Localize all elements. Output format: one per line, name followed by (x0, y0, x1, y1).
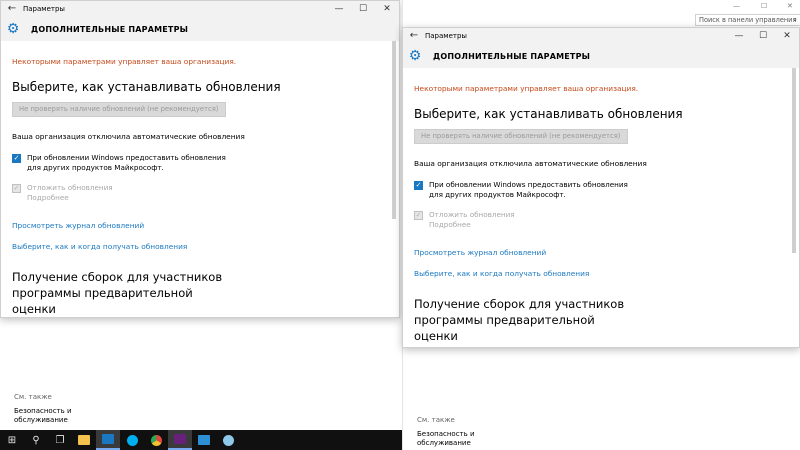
window-title: Параметры (23, 5, 65, 13)
tool-app-icon[interactable] (216, 430, 240, 450)
minimize-icon[interactable]: — (727, 28, 751, 44)
minimize-icon[interactable]: — (327, 1, 351, 17)
update-mode-dropdown[interactable]: Не проверять наличие обновлений (не реко… (12, 102, 226, 117)
update-history-link[interactable]: Просмотреть журнал обновлений (12, 221, 387, 230)
search-placeholder: Поиск в панели управления (699, 16, 797, 24)
checkbox-checked-icon[interactable]: ✓ (414, 181, 423, 190)
left-monitor: См. также Безопасность и обслуживание ← … (0, 0, 402, 450)
visual-studio-glyph (174, 434, 186, 444)
defer-updates-label: Отложить обновления Подробнее (429, 210, 515, 230)
page-header: ⚙ ДОПОЛНИТЕЛЬНЫЕ ПАРАМЕТРЫ (403, 44, 799, 68)
bg-close-icon[interactable]: ✕ (787, 2, 793, 10)
checkbox-disabled-icon: ✓ (414, 211, 423, 220)
see-also-title: См. также (417, 416, 455, 424)
close-icon[interactable]: ✕ (775, 28, 799, 44)
delivery-options-link[interactable]: Выберите, как и когда получать обновлени… (12, 242, 387, 251)
insider-heading: Получение сборок для участников программ… (12, 270, 223, 316)
skype-glyph (126, 434, 138, 446)
start-icon[interactable]: ⊞ (0, 430, 24, 450)
see-also-section: См. также Безопасность и обслуживание (14, 393, 72, 425)
settings-app-icon[interactable] (96, 430, 120, 450)
back-arrow-icon[interactable]: ← (403, 28, 425, 44)
file-explorer-icon[interactable] (72, 430, 96, 450)
choose-heading: Выберите, как устанавливать обновления (12, 80, 281, 94)
page-title: ДОПОЛНИТЕЛЬНЫЕ ПАРАМЕТРЫ (433, 51, 591, 61)
bg-maximize-icon[interactable]: ☐ (761, 2, 767, 10)
settings-content: Некоторыми параметрами управляет ваша ор… (1, 57, 399, 317)
task-view-icon[interactable]: ❐ (48, 430, 72, 450)
defer-updates-option: ✓ Отложить обновления Подробнее (414, 210, 787, 230)
gear-icon: ⚙ (408, 48, 422, 64)
see-also-section-right: См. также Безопасность и обслуживание (417, 416, 475, 448)
defer-label-text: Отложить обновления (27, 183, 113, 192)
see-also-link-line2[interactable]: обслуживание (14, 416, 72, 425)
taskbar: ⊞ ⚲ ❐ (0, 430, 402, 450)
tool-app-glyph (222, 434, 234, 446)
checkbox-checked-icon[interactable]: ✓ (12, 154, 21, 163)
mail-icon[interactable] (192, 430, 216, 450)
choose-heading: Выберите, как устанавливать обновления (414, 107, 683, 121)
org-warning: Некоторыми параметрами управляет ваша ор… (414, 84, 639, 93)
defer-more-text: Подробнее (429, 220, 471, 229)
page-title: ДОПОЛНИТЕЛЬНЫЕ ПАРАМЕТРЫ (31, 24, 189, 34)
org-warning: Некоторыми параметрами управляет ваша ор… (12, 57, 237, 66)
mail-glyph (198, 435, 210, 445)
settings-content: Некоторыми параметрами управляет ваша ор… (403, 84, 799, 344)
other-products-label: При обновлении Windows предоставить обно… (429, 180, 628, 199)
update-mode-dropdown[interactable]: Не проверять наличие обновлений (не реко… (414, 129, 628, 144)
checkbox-disabled-icon: ✓ (12, 184, 21, 193)
scrollbar[interactable] (792, 68, 796, 253)
visual-studio-icon[interactable] (168, 430, 192, 450)
window-title: Параметры (425, 32, 467, 40)
file-explorer-glyph (78, 435, 90, 445)
other-products-option[interactable]: ✓ При обновлении Windows предоставить об… (12, 153, 387, 173)
bg-minimize-icon[interactable]: — (733, 2, 740, 10)
maximize-icon[interactable]: ☐ (351, 1, 375, 17)
settings-app-glyph (102, 434, 114, 444)
settings-window-left: ← Параметры — ☐ ✕ ⚙ ДОПОЛНИТЕЛЬНЫЕ ПАРАМ… (0, 0, 400, 318)
other-products-label: При обновлении Windows предоставить обно… (27, 153, 226, 172)
chrome-glyph (150, 434, 162, 446)
back-arrow-icon[interactable]: ← (1, 1, 23, 17)
control-panel-search-input[interactable]: Поиск в панели управления ⌕ (695, 14, 800, 26)
see-also-link-line1[interactable]: Безопасность и (14, 407, 72, 416)
see-also-title: См. также (14, 393, 52, 401)
delivery-options-link[interactable]: Выберите, как и когда получать обновлени… (414, 269, 787, 278)
title-bar: ← Параметры — ☐ ✕ (1, 1, 399, 17)
gear-icon: ⚙ (6, 21, 20, 37)
settings-window-right: ← Параметры — ☐ ✕ ⚙ ДОПОЛНИТЕЛЬНЫЕ ПАРАМ… (402, 27, 800, 348)
see-also-link-line2[interactable]: обслуживание (417, 439, 475, 448)
see-also-link-line1[interactable]: Безопасность и (417, 430, 475, 439)
defer-updates-label: Отложить обновления Подробнее (27, 183, 113, 203)
search-icon: ⌕ (793, 16, 797, 24)
maximize-icon[interactable]: ☐ (751, 28, 775, 44)
defer-label-text: Отложить обновления (429, 210, 515, 219)
chrome-icon[interactable] (144, 430, 168, 450)
search-icon[interactable]: ⚲ (24, 430, 48, 450)
defer-updates-option: ✓ Отложить обновления Подробнее (12, 183, 387, 203)
background-window-top: — ☐ ✕ Поиск в панели управления ⌕ (403, 0, 800, 27)
update-history-link[interactable]: Просмотреть журнал обновлений (414, 248, 787, 257)
title-bar: ← Параметры — ☐ ✕ (403, 28, 799, 44)
skype-icon[interactable] (120, 430, 144, 450)
insider-heading: Получение сборок для участников программ… (414, 297, 625, 343)
other-products-option[interactable]: ✓ При обновлении Windows предоставить об… (414, 180, 787, 200)
page-header: ⚙ ДОПОЛНИТЕЛЬНЫЕ ПАРАМЕТРЫ (1, 17, 399, 41)
scrollbar[interactable] (392, 41, 396, 219)
defer-more-text: Подробнее (27, 193, 69, 202)
close-icon[interactable]: ✕ (375, 1, 399, 17)
auto-disabled-note: Ваша организация отключила автоматически… (12, 132, 245, 141)
auto-disabled-note: Ваша организация отключила автоматически… (414, 159, 647, 168)
